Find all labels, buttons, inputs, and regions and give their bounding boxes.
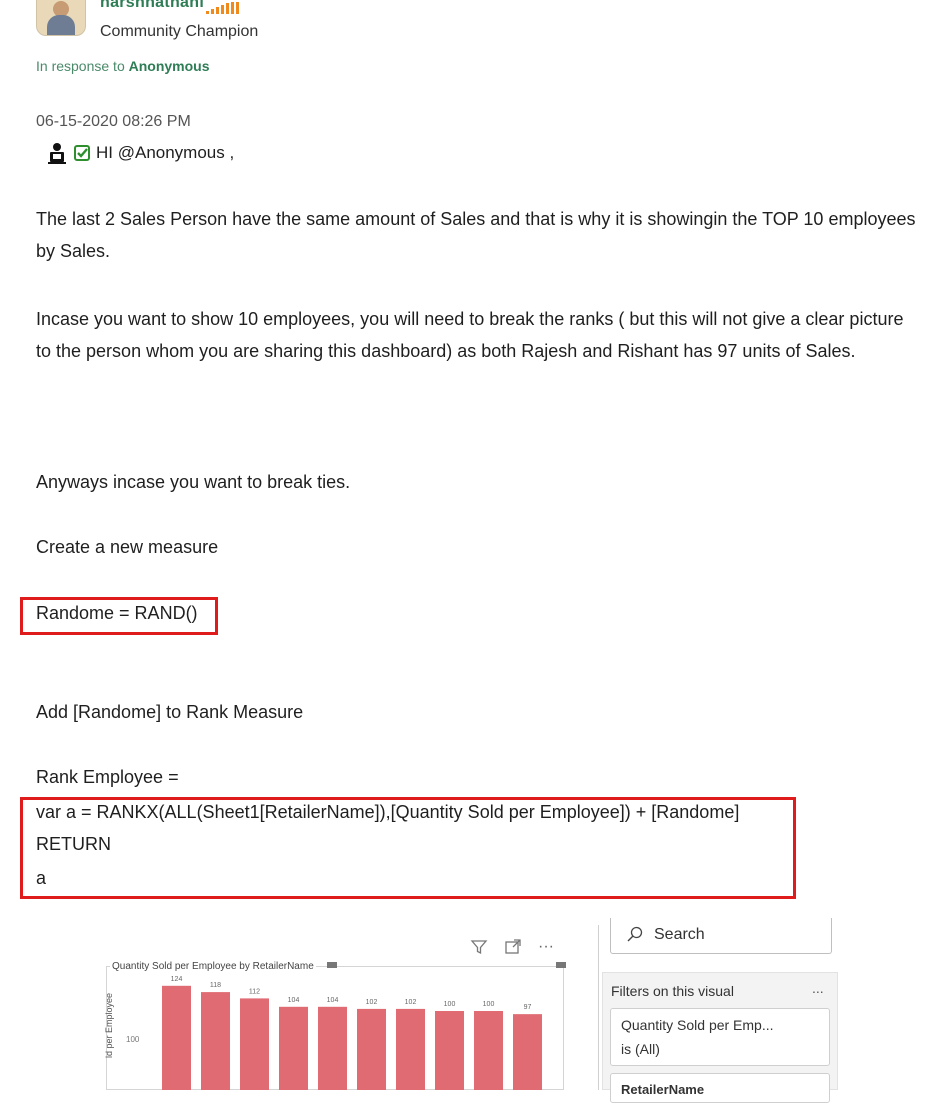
filter-value: is (All)	[621, 1041, 660, 1057]
paragraph-5: Add [Randome] to Rank Measure	[36, 702, 304, 722]
filter-name: Quantity Sold per Emp...	[621, 1017, 774, 1033]
paragraph-2: Incase you want to show 10 employees, yo…	[36, 309, 904, 361]
person-laptop-icon	[48, 143, 66, 164]
chart-data-label: 97	[524, 1004, 532, 1011]
chart-bar[interactable]	[201, 992, 230, 1090]
chart-bar[interactable]	[240, 998, 269, 1090]
filters-more-icon[interactable]: ...	[812, 980, 824, 996]
chart-data-label: 104	[327, 997, 339, 1004]
greeting-text: HI @Anonymous ,	[96, 143, 235, 162]
chart-data-label: 102	[366, 999, 378, 1006]
code-line-3: a	[36, 868, 47, 888]
avatar[interactable]	[36, 0, 86, 36]
chart-data-label: 102	[405, 999, 417, 1006]
checkbox-checked-icon	[74, 145, 90, 161]
chart-bar[interactable]	[435, 1011, 464, 1090]
search-icon	[627, 926, 643, 942]
rank-bars-icon	[206, 2, 239, 14]
in-response-user-link[interactable]: Anonymous	[129, 58, 210, 74]
code-line-2: RETURN	[36, 834, 111, 854]
greeting-row: HI @Anonymous ,	[46, 140, 234, 166]
rank-title: Community Champion	[100, 23, 259, 40]
paragraph-6: Rank Employee =	[36, 767, 179, 787]
paragraph-1: The last 2 Sales Person have the same am…	[36, 209, 916, 261]
chart-bar[interactable]	[357, 1008, 386, 1090]
chart-bar[interactable]	[279, 1006, 308, 1090]
paragraph-4: Create a new measure	[36, 537, 219, 557]
code-line-1: var a = RANKX(ALL(Sheet1[RetailerName]),…	[36, 802, 740, 822]
chart-bar[interactable]	[162, 985, 191, 1090]
chart-bar[interactable]	[318, 1006, 347, 1090]
filters-heading: Filters on this visual	[611, 983, 734, 999]
chart-bar[interactable]	[474, 1011, 503, 1090]
focus-mode-icon[interactable]	[504, 938, 522, 956]
chart-bar[interactable]	[513, 1014, 542, 1090]
code-randome-measure: Randome = RAND()	[36, 603, 198, 623]
visual-toolbar: ···	[470, 938, 554, 956]
chart-data-label: 118	[210, 982, 221, 989]
chart-bar[interactable]	[396, 1008, 425, 1090]
chart-data-label: 104	[288, 997, 300, 1004]
username-link[interactable]: harshnathani	[100, 0, 204, 12]
in-response-prefix: In response to	[36, 58, 125, 74]
chart-data-label: 100	[483, 1001, 495, 1008]
more-options-icon[interactable]: ···	[538, 938, 554, 956]
post-timestamp: 06-15-2020 08:26 PM	[36, 113, 191, 130]
search-placeholder: Search	[654, 926, 705, 943]
filter-pane-border	[598, 925, 599, 1090]
chart-data-label: 112	[249, 988, 260, 995]
filter-icon[interactable]	[470, 938, 488, 956]
chart-data-label: 100	[444, 1001, 456, 1008]
paragraph-3: Anyways incase you want to break ties.	[36, 472, 351, 492]
bar-chart: 124 118 112 104 104 102 102 100 100 97	[162, 976, 542, 1090]
chart-data-label: 124	[171, 976, 183, 983]
in-response-to: In response to Anonymous	[36, 58, 210, 74]
